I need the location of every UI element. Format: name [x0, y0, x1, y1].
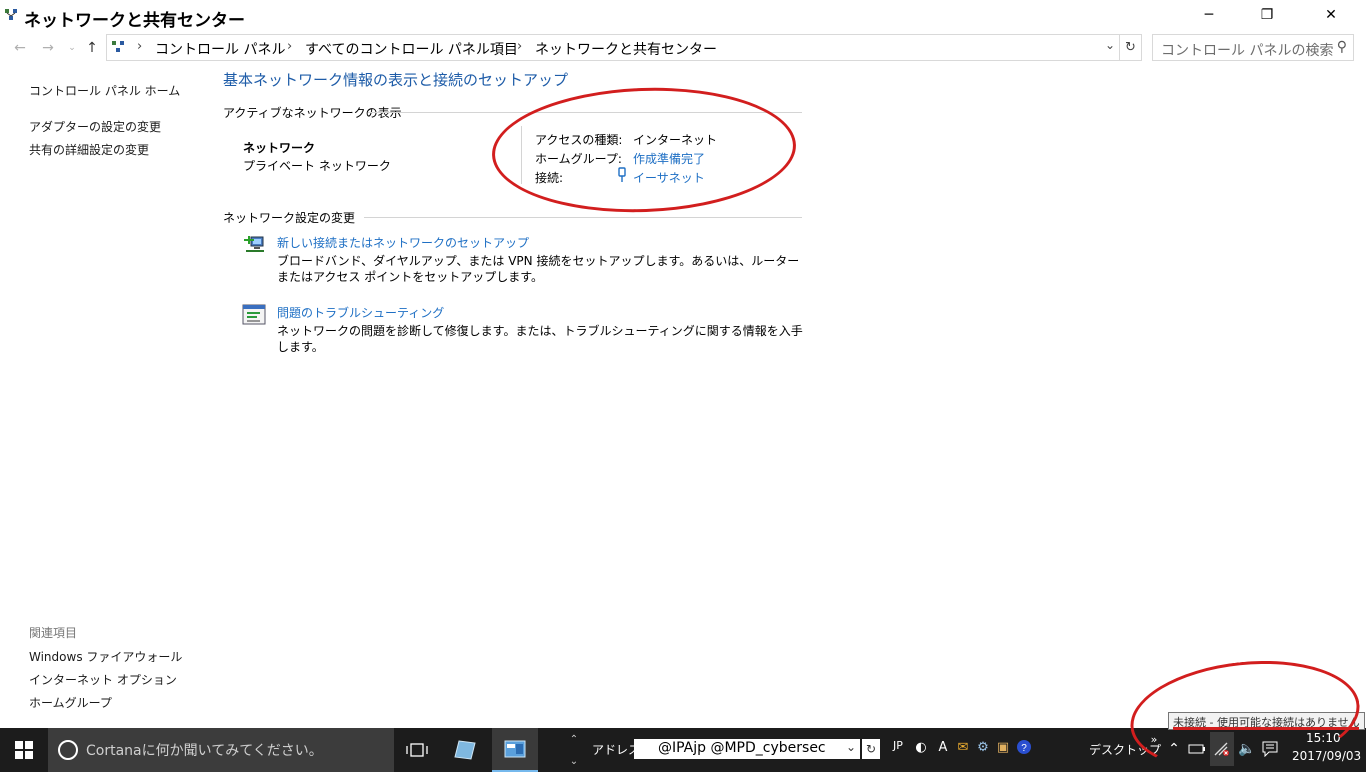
scroll-down-icon[interactable]: ⌄	[570, 756, 578, 767]
window-title: ネットワークと共有センター	[24, 11, 245, 31]
close-icon: ✕	[1325, 7, 1337, 23]
refresh-icon: ↻	[1125, 40, 1136, 55]
control-panel-app-icon	[504, 740, 526, 758]
forward-arrow-icon: →	[42, 40, 54, 56]
tool-icon[interactable]: ⚙	[975, 738, 991, 756]
network-name: ネットワーク	[243, 141, 316, 155]
related-items-heading: 関連項目	[29, 626, 78, 640]
new-connection-link[interactable]: 新しい接続またはネットワークのセットアップ	[277, 234, 529, 251]
minimize-icon: ─	[1204, 7, 1214, 23]
homegroup-link[interactable]: ホームグループ	[29, 694, 112, 711]
task-view-button[interactable]	[394, 728, 440, 772]
cortana-search-box[interactable]: Cortanaに何か聞いてみてください。	[48, 728, 394, 772]
cortana-placeholder: Cortanaに何か聞いてみてください。	[86, 743, 323, 759]
control-panel-taskbar-button[interactable]	[492, 728, 538, 772]
help-icon[interactable]: ?	[1016, 738, 1032, 756]
input-mode-icon[interactable]: A	[935, 738, 951, 756]
address-toolbar-go-button[interactable]: ↻	[862, 739, 880, 759]
refresh-icon: ↻	[865, 742, 877, 756]
close-button[interactable]: ✕	[1308, 0, 1354, 30]
address-bar[interactable]: › コントロール パネル › すべてのコントロール パネル項目 › ネットワーク…	[106, 34, 1142, 61]
minimize-button[interactable]: ─	[1186, 0, 1232, 30]
breadcrumb-all-items[interactable]: すべてのコントロール パネル項目	[305, 39, 518, 59]
back-button[interactable]: ←	[10, 38, 30, 58]
troubleshoot-icon	[242, 304, 266, 325]
toolbar-scroll-buttons[interactable]: ⌃ ⌄	[566, 728, 582, 772]
breadcrumb-separator-icon: ›	[287, 39, 293, 54]
start-button[interactable]	[0, 728, 48, 772]
refresh-button[interactable]: ↻	[1119, 35, 1141, 60]
title-bar: ネットワークと共有センター ─ ❐ ✕	[0, 0, 1366, 32]
chevron-down-icon: ⌄	[68, 43, 76, 53]
page-title: 基本ネットワーク情報の表示と接続のセットアップ	[223, 71, 569, 89]
troubleshoot-description: ネットワークの問題を診断して修復します。または、トラブルシューティングに関する情…	[277, 324, 803, 354]
breadcrumb-separator-icon: ›	[137, 39, 143, 54]
advanced-sharing-link[interactable]: 共有の詳細設定の変更	[29, 141, 149, 158]
control-panel-home-link[interactable]: コントロール パネル ホーム	[29, 82, 180, 99]
network-type: プライベート ネットワーク	[243, 159, 391, 173]
ime-indicator[interactable]: JP	[893, 739, 903, 752]
address-dropdown-icon[interactable]: ⌄	[1105, 38, 1115, 52]
network-center-icon	[5, 9, 17, 20]
breadcrumb-separator-icon: ›	[517, 39, 523, 54]
help-circle-icon: ?	[1017, 740, 1031, 754]
new-connection-description: ブロードバンド、ダイヤルアップ、または VPN 接続をセットアップします。あるい…	[277, 254, 800, 284]
red-annotation-ellipse	[489, 82, 799, 218]
troubleshoot-link[interactable]: 問題のトラブルシューティング	[277, 304, 444, 321]
address-toolbar-label: アドレス	[592, 743, 641, 757]
scroll-up-icon[interactable]: ⌃	[570, 734, 578, 745]
breadcrumb-network-center[interactable]: ネットワークと共有センター	[535, 39, 717, 59]
tablet-app-icon	[454, 740, 476, 760]
navigation-bar: ← → ⌄ ↑ › コントロール パネル › すべてのコントロール パネル項目 …	[0, 34, 1366, 62]
divider	[364, 217, 802, 218]
new-connection-icon	[244, 236, 264, 252]
recent-locations-button[interactable]: ⌄	[62, 38, 82, 58]
task-view-icon	[406, 743, 428, 757]
chevron-down-icon[interactable]: ⌄	[846, 740, 856, 754]
search-box[interactable]: コントロール パネルの検索 ⚲	[1152, 34, 1354, 61]
restore-button[interactable]: ❐	[1244, 0, 1290, 30]
up-arrow-icon: ↑	[86, 40, 98, 56]
package-icon[interactable]: ▣	[995, 738, 1011, 756]
adapter-settings-link[interactable]: アダプターの設定の変更	[29, 118, 161, 135]
network-center-icon	[112, 41, 124, 52]
change-settings-heading: ネットワーク設定の変更	[223, 211, 356, 225]
windows-logo-icon	[15, 741, 33, 759]
taskbar-app-button[interactable]	[442, 728, 488, 772]
ime-mode-icon[interactable]: ◐	[913, 738, 929, 756]
forward-button[interactable]: →	[38, 38, 58, 58]
breadcrumb-control-panel[interactable]: コントロール パネル	[155, 39, 285, 59]
svg-text:?: ?	[1021, 743, 1027, 754]
address-toolbar-value: @IPAjp @MPD_cybersec	[658, 740, 826, 756]
firewall-link[interactable]: Windows ファイアウォール	[29, 648, 182, 665]
dictionary-icon[interactable]: ✉	[955, 738, 971, 756]
search-input[interactable]: コントロール パネルの検索	[1161, 40, 1333, 60]
search-icon[interactable]: ⚲	[1337, 39, 1347, 55]
cortana-icon	[58, 740, 78, 760]
restore-icon: ❐	[1260, 7, 1274, 23]
internet-options-link[interactable]: インターネット オプション	[29, 671, 177, 688]
up-button[interactable]: ↑	[82, 38, 102, 58]
address-toolbar-input[interactable]: @IPAjp @MPD_cybersec ⌄	[634, 739, 860, 759]
back-arrow-icon: ←	[14, 40, 26, 56]
